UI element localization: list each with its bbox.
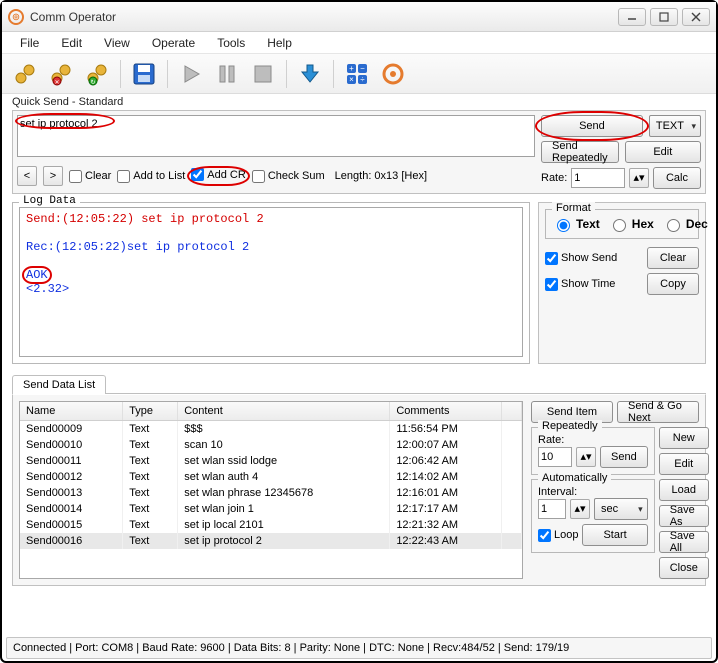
- play-icon[interactable]: [176, 59, 206, 89]
- svg-text:✕: ✕: [54, 80, 59, 86]
- menu-operate[interactable]: Operate: [142, 34, 205, 52]
- interval-spinner[interactable]: ▴▾: [570, 499, 590, 519]
- loop-checkbox[interactable]: Loop: [538, 529, 578, 542]
- target-icon[interactable]: [378, 59, 408, 89]
- menu-help[interactable]: Help: [257, 34, 302, 52]
- close-button[interactable]: [682, 8, 710, 26]
- log-panel: Log Data Send:(12:05:22) set ip protocol…: [12, 202, 530, 364]
- quicksend-input[interactable]: [17, 115, 535, 157]
- menu-file[interactable]: File: [10, 34, 49, 52]
- edit-row-button[interactable]: Edit: [659, 453, 709, 475]
- repeatedly-label: Repeatedly: [538, 420, 602, 432]
- rate-input[interactable]: [571, 168, 625, 188]
- statusbar: Connected | Port: COM8 | Baud Rate: 9600…: [6, 637, 712, 659]
- rate-label: Rate:: [541, 172, 567, 184]
- show-time-checkbox[interactable]: Show Time: [545, 278, 615, 291]
- download-icon[interactable]: [295, 59, 325, 89]
- format-text-radio[interactable]: Text: [552, 216, 600, 232]
- clear-log-button[interactable]: Clear: [647, 247, 699, 269]
- save-icon[interactable]: [129, 59, 159, 89]
- start-button[interactable]: Start: [582, 524, 647, 546]
- send-button[interactable]: Send: [541, 115, 643, 137]
- clear-checkbox[interactable]: Clear: [69, 170, 111, 183]
- format-dec-radio[interactable]: Dec: [662, 216, 708, 232]
- minimize-button[interactable]: [618, 8, 646, 26]
- send-data-table[interactable]: Name Type Content Comments Send00009Text…: [19, 401, 523, 579]
- add-to-list-checkbox[interactable]: Add to List: [117, 170, 185, 183]
- col-comments[interactable]: Comments: [390, 402, 502, 421]
- menu-tools[interactable]: Tools: [207, 34, 255, 52]
- add-cr-checkbox[interactable]: Add CR: [191, 168, 246, 181]
- log-title: Log Data: [19, 195, 80, 207]
- log-output[interactable]: Send:(12:05:22) set ip protocol 2 Rec:(1…: [19, 207, 523, 357]
- tab-send-data-list[interactable]: Send Data List: [12, 375, 106, 394]
- titlebar: ◎ Comm Operator: [2, 2, 716, 32]
- table-row[interactable]: Send00009Text$$$11:56:54 PM: [20, 421, 522, 438]
- quicksend-label: Quick Send - Standard: [12, 94, 706, 110]
- svg-text:+: +: [349, 64, 354, 73]
- table-row[interactable]: Send00010Textscan 1012:00:07 AM: [20, 437, 522, 453]
- app-icon: ◎: [8, 9, 24, 25]
- svg-text:−: −: [360, 64, 365, 73]
- rate-spinner[interactable]: ▴▾: [629, 168, 649, 188]
- col-content[interactable]: Content: [178, 402, 390, 421]
- tabbar: Send Data List: [12, 374, 706, 394]
- table-row[interactable]: Send00012Textset wlan auth 412:14:02 AM: [20, 469, 522, 485]
- send-go-next-button[interactable]: Send & Go Next: [617, 401, 699, 423]
- edit-button[interactable]: Edit: [625, 141, 701, 163]
- toolbar: ✕ ↻ + − × ÷: [2, 54, 716, 94]
- quicksend-panel: < > Clear Add to List Add CR Check Sum L…: [12, 110, 706, 194]
- window-title: Comm Operator: [30, 10, 618, 24]
- format-hex-radio[interactable]: Hex: [608, 216, 654, 232]
- connect-icon[interactable]: [10, 59, 40, 89]
- col-name[interactable]: Name: [20, 402, 123, 421]
- mode-select[interactable]: TEXT: [649, 115, 701, 137]
- table-row[interactable]: Send00014Textset wlan join 112:17:17 AM: [20, 501, 522, 517]
- calculator-icon[interactable]: + − × ÷: [342, 59, 372, 89]
- menubar: File Edit View Operate Tools Help: [2, 32, 716, 54]
- send-repeatedly-button[interactable]: Send Repeatedly: [541, 141, 619, 163]
- table-row[interactable]: Send00013Textset wlan phrase 1234567812:…: [20, 485, 522, 501]
- calc-button[interactable]: Calc: [653, 167, 701, 189]
- menu-edit[interactable]: Edit: [51, 34, 92, 52]
- table-row[interactable]: Send00011Textset wlan ssid lodge12:06:42…: [20, 453, 522, 469]
- load-button[interactable]: Load: [659, 479, 709, 501]
- new-button[interactable]: New: [659, 427, 709, 449]
- next-button[interactable]: >: [43, 166, 63, 186]
- format-panel: Format Text Hex Dec Show Send Clear Show…: [538, 202, 706, 364]
- maximize-button[interactable]: [650, 8, 678, 26]
- interval-unit-select[interactable]: sec: [594, 498, 648, 520]
- show-send-checkbox[interactable]: Show Send: [545, 252, 617, 265]
- rep-rate-label: Rate:: [538, 434, 648, 446]
- svg-text:×: ×: [349, 75, 354, 84]
- disconnect-icon[interactable]: ✕: [46, 59, 76, 89]
- menu-view[interactable]: View: [94, 34, 140, 52]
- auto-label: Automatically: [538, 472, 611, 484]
- checksum-checkbox[interactable]: Check Sum: [252, 170, 325, 183]
- rep-rate-spinner[interactable]: ▴▾: [576, 447, 596, 467]
- save-all-button[interactable]: Save All: [659, 531, 709, 553]
- table-row[interactable]: Send00016Textset ip protocol 212:22:43 A…: [20, 533, 522, 549]
- format-title: Format: [552, 202, 595, 214]
- stop-icon[interactable]: [248, 59, 278, 89]
- col-type[interactable]: Type: [123, 402, 178, 421]
- interval-input[interactable]: [538, 499, 566, 519]
- interval-label: Interval:: [538, 486, 648, 498]
- prev-button[interactable]: <: [17, 166, 37, 186]
- svg-text:÷: ÷: [360, 75, 365, 84]
- pause-icon[interactable]: [212, 59, 242, 89]
- svg-text:↻: ↻: [90, 79, 95, 86]
- table-row[interactable]: Send00015Textset ip local 210112:21:32 A…: [20, 517, 522, 533]
- save-as-button[interactable]: Save As: [659, 505, 709, 527]
- length-label: Length: 0x13 [Hex]: [335, 170, 427, 182]
- close-list-button[interactable]: Close: [659, 557, 709, 579]
- reconnect-icon[interactable]: ↻: [82, 59, 112, 89]
- copy-log-button[interactable]: Copy: [647, 273, 699, 295]
- rep-send-button[interactable]: Send: [600, 446, 648, 468]
- rep-rate-input[interactable]: [538, 447, 572, 467]
